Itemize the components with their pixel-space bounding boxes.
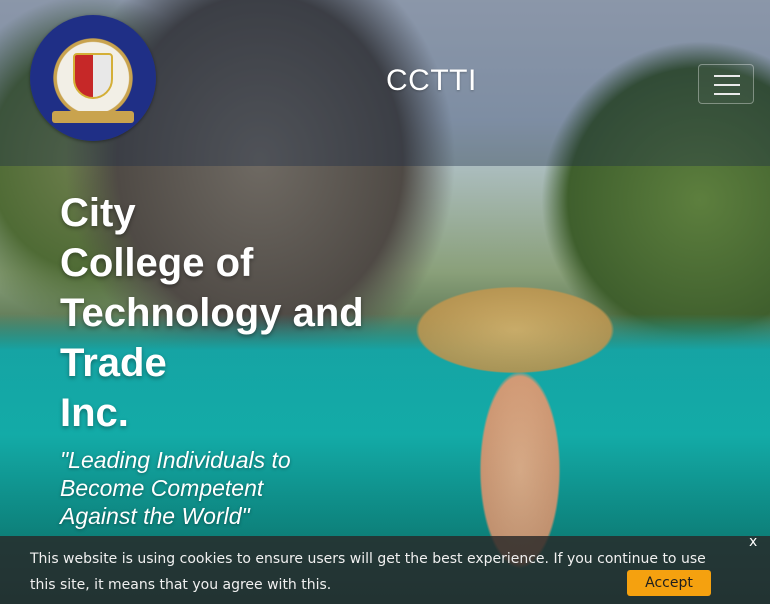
tagline-line: Against the World" [60, 503, 250, 529]
cookie-consent-bar: This website is using cookies to ensure … [0, 534, 770, 604]
college-logo[interactable] [30, 15, 156, 141]
site-header: CCTTI [0, 0, 770, 166]
cookie-message: This website is using cookies to ensure … [30, 551, 706, 593]
accept-cookies-button[interactable]: Accept [627, 570, 711, 596]
hamburger-icon [714, 75, 740, 77]
logo-ribbon [52, 111, 134, 123]
site-brand[interactable]: CCTTI [386, 64, 477, 98]
tagline-line: Become Competent [60, 475, 264, 501]
hero-title-line: Inc. [60, 391, 129, 435]
hero-title-line: Trade [60, 341, 167, 385]
hero-title-line: Technology and [60, 291, 364, 335]
hamburger-icon [714, 93, 740, 95]
hero-tagline: "Leading Individuals to Become Competent… [60, 446, 360, 530]
logo-shield-icon [73, 53, 113, 99]
menu-toggle-button[interactable] [698, 64, 754, 104]
hero-title: City College of Technology and Trade Inc… [60, 188, 380, 438]
hamburger-icon [714, 84, 740, 86]
hero-title-line: City [60, 191, 136, 235]
close-icon[interactable]: x [749, 534, 757, 550]
tagline-line: "Leading Individuals to [60, 447, 291, 473]
hero-title-line: College of [60, 241, 254, 285]
